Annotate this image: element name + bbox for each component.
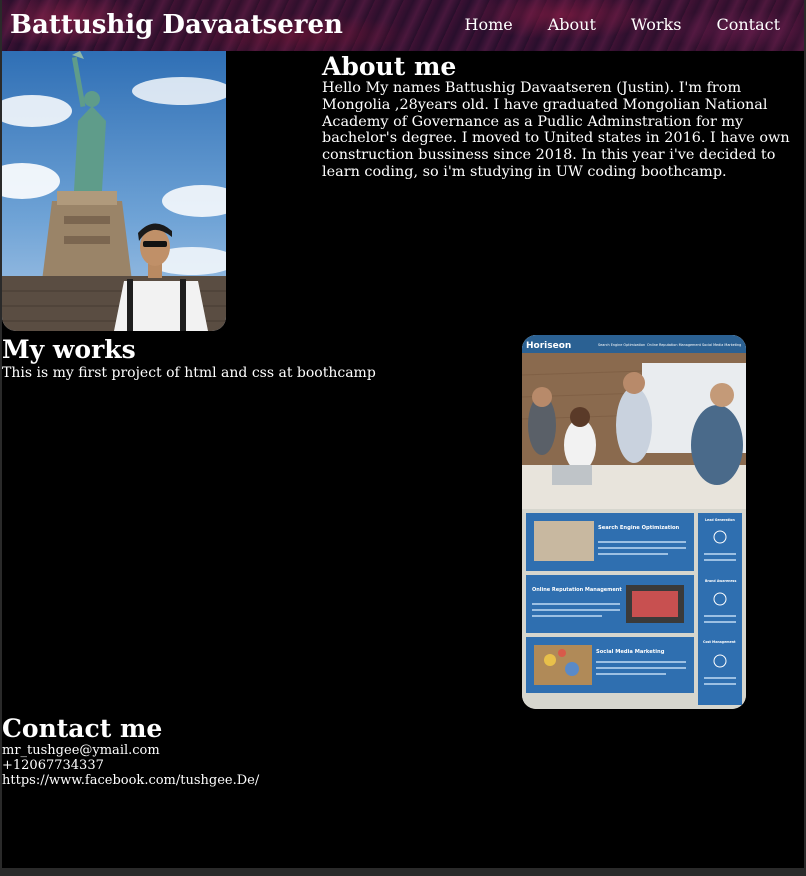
nav-about-link[interactable]: About [548, 15, 596, 35]
project-benefit-3: Cost Management [703, 640, 736, 644]
page-frame: Battushig Davaatseren Home About Works C… [2, 0, 804, 868]
works-heading: My works [2, 335, 136, 364]
nav-home-link[interactable]: Home [465, 15, 513, 35]
project-logo: Horiseon [526, 341, 571, 351]
contact-facebook[interactable]: https://www.facebook.com/tushgee.De/ [2, 773, 259, 788]
site-title: Battushig Davaatseren [10, 10, 343, 40]
contact-email[interactable]: mr_tushgee@ymail.com [2, 743, 160, 758]
project-card-orm: Online Reputation Management [532, 587, 622, 593]
contact-phone[interactable]: +12067734337 [2, 758, 104, 773]
about-paragraph: Hello My names Battushig Davaatseren (Ju… [322, 80, 790, 180]
project-benefit-1: Lead Generation [705, 518, 735, 522]
project-nav-1: Search Engine Optimization [598, 343, 645, 347]
project-nav-2: Online Reputation Management [647, 343, 702, 347]
nav-contact-link[interactable]: Contact [716, 15, 780, 35]
project-card-smm: Social Media Marketing [596, 649, 665, 655]
contact-heading: Contact me [2, 714, 163, 743]
works-description: This is my first project of html and css… [2, 365, 376, 381]
main-nav: Home About Works Contact [430, 15, 781, 35]
about-heading: About me [322, 52, 457, 81]
nav-works-link[interactable]: Works [631, 15, 682, 35]
project-nav-3: Social Media Marketing [702, 343, 741, 347]
project-card-seo: Search Engine Optimization [598, 525, 680, 531]
profile-photo [2, 51, 226, 331]
site-header: Battushig Davaatseren Home About Works C… [2, 0, 804, 51]
project-benefit-2: Brand Awareness [705, 579, 736, 583]
project-screenshot[interactable]: Horiseon Search Engine Optimization Onli… [522, 335, 746, 709]
